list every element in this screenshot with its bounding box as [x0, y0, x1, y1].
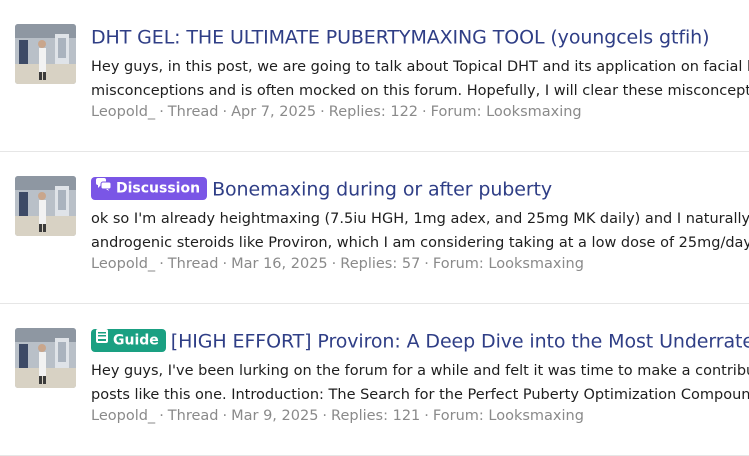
forum-link[interactable]: Forum: Looksmaxing [433, 256, 584, 272]
search-result-item: Discussion Bonemaxing during or after pu… [0, 152, 749, 304]
content-type: Thread [167, 256, 219, 272]
forum-link[interactable]: Forum: Looksmaxing [433, 408, 584, 424]
result-title-link[interactable]: Bonemaxing during or after puberty [212, 179, 552, 201]
result-title-line: Discussion Bonemaxing during or after pu… [91, 176, 552, 202]
post-date: Mar 9, 2025 [231, 408, 319, 424]
search-result-item: DHT GEL: THE ULTIMATE PUBERTYMAXING TOOL… [0, 0, 749, 152]
result-title-link[interactable]: DHT GEL: THE ULTIMATE PUBERTYMAXING TOOL… [91, 27, 709, 49]
avatar[interactable] [15, 328, 76, 388]
content-type: Thread [167, 104, 219, 120]
chat-bubbles-icon [96, 176, 112, 199]
post-date: Mar 16, 2025 [231, 256, 328, 272]
search-result-item: Guide [HIGH EFFORT] Proviron: A Deep Div… [0, 304, 749, 456]
reply-count: Replies: 121 [331, 408, 421, 424]
result-meta: Leopold_ · Thread · Apr 7, 2025 · Replies: 122… [91, 104, 582, 120]
result-snippet: ok so I'm already heightmaxing (7.5iu HG… [91, 207, 749, 255]
snippet-line: misconceptions and is often mocked on th… [91, 83, 749, 99]
forum-link[interactable]: Forum: Looksmaxing [431, 104, 582, 120]
result-meta: Leopold_ · Thread · Mar 9, 2025 · Replies: 121… [91, 408, 584, 424]
snippet-line: androgenic steroids like Proviron, which… [91, 235, 749, 251]
snippet-line: posts like this one. Introduction: The S… [91, 387, 749, 403]
result-title-link[interactable]: [HIGH EFFORT] Proviron: A Deep Dive into… [171, 331, 749, 353]
reply-count: Replies: 122 [328, 104, 419, 120]
prefix-label: Discussion [116, 180, 201, 197]
search-results-list: DHT GEL: THE ULTIMATE PUBERTYMAXING TOOL… [0, 0, 749, 456]
result-snippet: Hey guys, I've been lurking on the forum… [91, 359, 749, 407]
result-meta: Leopold_ · Thread · Mar 16, 2025 · Replies: 57… [91, 256, 584, 272]
avatar[interactable] [15, 176, 76, 236]
avatar[interactable] [15, 24, 76, 84]
prefix-label: Guide [113, 332, 159, 349]
reply-count: Replies: 57 [340, 256, 421, 272]
prefix-badge-guide[interactable]: Guide [91, 329, 166, 352]
prefix-badge-discussion[interactable]: Discussion [91, 176, 208, 200]
result-snippet: Hey guys, in this post, we are going to … [91, 55, 749, 103]
snippet-line: Hey guys, I've been lurking on the forum… [91, 363, 749, 379]
result-title-line: DHT GEL: THE ULTIMATE PUBERTYMAXING TOOL… [91, 24, 709, 50]
content-type: Thread [167, 408, 219, 424]
post-date: Apr 7, 2025 [231, 104, 317, 120]
book-icon [96, 328, 108, 351]
author-link[interactable]: Leopold_ [91, 408, 155, 424]
author-link[interactable]: Leopold_ [91, 104, 155, 120]
author-link[interactable]: Leopold_ [91, 256, 155, 272]
snippet-line: ok so I'm already heightmaxing (7.5iu HG… [91, 211, 749, 227]
result-title-line: Guide [HIGH EFFORT] Proviron: A Deep Div… [91, 328, 749, 354]
snippet-line: Hey guys, in this post, we are going to … [91, 59, 749, 75]
